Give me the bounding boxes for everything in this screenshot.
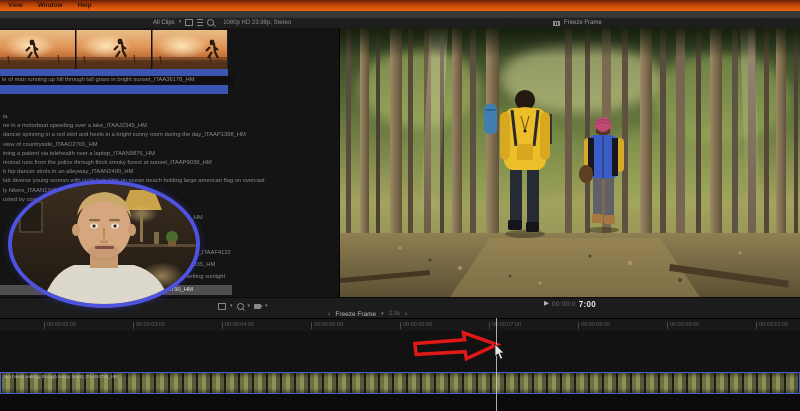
clip-list-item[interactable]: dancer spinning in a red skirt and heels… — [3, 131, 323, 140]
chevron-down-icon: ▾ — [247, 303, 251, 309]
clip-list-item[interactable]: ia — [3, 113, 323, 122]
ruler-timecode-label: 00:00:07:00 — [489, 322, 521, 329]
timeline-clip-name[interactable]: Freeze Frame — [335, 311, 376, 318]
film-frame-icon — [553, 20, 560, 26]
previous-clip-arrow[interactable]: ‹ — [328, 311, 330, 318]
menu-help[interactable]: Help — [78, 2, 92, 9]
clip-filter-dropdown[interactable]: All Clips — [153, 20, 175, 26]
mouse-cursor — [494, 344, 505, 360]
ruler-timecode-label: 00:00:05:00 — [311, 322, 343, 329]
timecode-prefix: 00:00:0 — [551, 301, 576, 308]
chevron-down-icon: ▾ — [230, 303, 233, 309]
ruler-timecode-label: 00:00:04:00 — [222, 322, 254, 329]
red-arrow-annotation — [412, 330, 502, 362]
ruler-timecode-label: 00:00:03:00 — [133, 322, 165, 329]
viewer-clip-name: Freeze Frame — [564, 20, 602, 26]
viewer-view-options: ▾ ▾ ▾ — [218, 303, 268, 310]
filmstrip-thumbnail[interactable] — [0, 29, 228, 70]
clip-list-item[interactable]: ining a patient via telehealth over a la… — [3, 150, 323, 159]
ruler-timecode-label: 00:00:06:00 — [400, 322, 432, 329]
clip-appearance-icon[interactable] — [185, 19, 194, 26]
clip-list-item[interactable]: riminal runs from the police through thi… — [3, 159, 323, 168]
selected-list-row[interactable] — [0, 85, 228, 94]
ruler-timecode-label: 00:00:09:00 — [667, 322, 699, 329]
timeline-ruler[interactable]: 00:00:02:00 00:00:03:00 00:00:04:00 00:00:0… — [0, 318, 800, 331]
next-clip-arrow[interactable]: › — [405, 311, 407, 318]
clip-list-item[interactable]: b hip dancer strols in an alleyway_ITAAN… — [3, 168, 323, 177]
playhead[interactable] — [496, 318, 497, 411]
viewer-video-frame — [340, 28, 800, 297]
play-button[interactable]: ▶ — [544, 301, 549, 308]
clip-list-item[interactable]: view of countryside_ITAAO2765_HM — [3, 141, 323, 150]
chevron-down-icon: ▾ — [381, 310, 384, 317]
ruler-timecode-label: 00:00:02:00 — [44, 322, 76, 329]
timeline-lower-area — [0, 394, 800, 411]
sunset-filmstrip-graphic — [0, 29, 228, 70]
selected-clip-caption[interactable]: le of man running up hill through tall g… — [0, 76, 234, 85]
ruler-timecode-label: 00:00:10:00 — [756, 322, 788, 329]
zoom-tool-icon[interactable] — [236, 303, 244, 310]
list-view-icon[interactable] — [197, 19, 204, 26]
view-options-icon[interactable] — [218, 303, 226, 310]
viewer-panel — [340, 28, 800, 297]
search-icon[interactable] — [207, 19, 215, 26]
menu-bar: View Window Help — [0, 0, 800, 11]
chevron-down-icon: ▾ — [178, 19, 182, 25]
timecode-current[interactable]: 7:00 — [579, 300, 596, 309]
menu-window[interactable]: Window — [38, 2, 63, 9]
timeline-track-area[interactable] — [0, 331, 800, 372]
clip-list-item[interactable]: ne in a motorboat speeding over a lake_I… — [3, 122, 323, 131]
timeline-clip[interactable]: two hikers walking through sunny forest_… — [0, 372, 800, 394]
camera-view-icon[interactable] — [254, 304, 264, 309]
app-window: View Window Help All Clips ▾ 1080p HD 23… — [0, 0, 800, 411]
menu-view[interactable]: View — [8, 2, 23, 9]
viewer-header-cluster: Freeze Frame — [553, 20, 602, 26]
chevron-down-icon: ▾ — [265, 303, 268, 309]
clip-list-item[interactable]: lab diverse young woman with curly hair … — [3, 177, 323, 186]
transport-controls: ▶ 00:00:0 7:00 — [340, 299, 800, 310]
project-format-info: 1080p HD 23.98p, Stereo — [223, 19, 292, 26]
selection-highlight-bar — [0, 69, 228, 76]
presenter-face — [12, 184, 196, 304]
timeline-clip-label: two hikers walking through sunny forest_… — [4, 374, 118, 379]
top-toolbar: All Clips ▾ 1080p HD 23.98p, Stereo Free… — [0, 11, 800, 28]
ruler-timecode-label: 00:00:08:00 — [578, 322, 610, 329]
clip-duration: 2.0s — [388, 311, 401, 317]
browser-toolbar-cluster: All Clips ▾ 1080p HD 23.98p, Stereo — [153, 19, 291, 26]
webcam-overlay — [8, 180, 200, 308]
